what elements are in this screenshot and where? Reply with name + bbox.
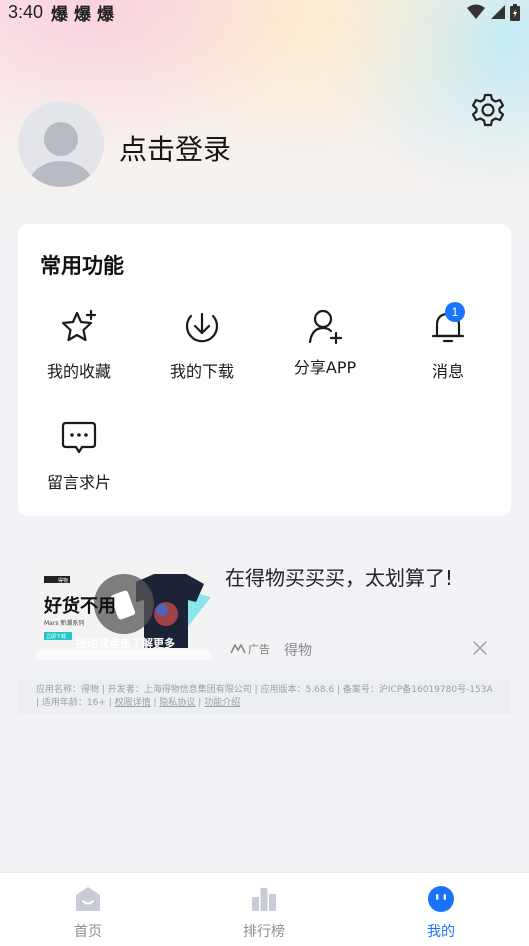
ad-image[interactable]: 得物 好货不用 Mars 新潮系列 立即下载 扭动或点击了解更多: [36, 562, 211, 660]
tab-label: 我的: [427, 924, 455, 940]
message-count-badge: 1: [445, 302, 465, 322]
function-label: 我的收藏: [46, 362, 111, 381]
star-icon: [61, 309, 97, 342]
notification-icon: 爆: [97, 4, 115, 25]
ad-image-brand: 得物: [58, 578, 69, 584]
function-label: 我的下载: [169, 362, 234, 381]
function-label: 分享APP: [293, 358, 357, 377]
common-functions-title: 常用功能: [40, 254, 124, 278]
common-functions-card: 常用功能 我的收藏 我的下载 分享APP 1 消息 留言求片: [18, 224, 511, 516]
ad-banner[interactable]: 得物 好货不用 Mars 新潮系列 立即下载 扭动或点击了解更多 在得物买买买，…: [36, 562, 496, 662]
ranking-icon: [252, 888, 276, 911]
gear-icon[interactable]: [470, 92, 506, 128]
ad-image-caption: Mars 新潮系列: [44, 620, 85, 627]
ad-image-overlay-text: 扭动或点击了解更多: [76, 637, 175, 650]
wifi-icon: [467, 4, 485, 19]
profile-face-icon: [428, 886, 454, 912]
home-icon: [76, 887, 100, 911]
app-info-text: 应用名称：得物 | 开发者：上海得物信息集团有限公司 | 应用版本：5.68.6…: [36, 685, 493, 708]
ad-source: 得物: [284, 643, 312, 659]
bottom-tab-bar: 首页 排行榜 我的: [0, 872, 529, 946]
share-user-icon: [308, 309, 343, 345]
ad-tag-label: 广告: [248, 643, 270, 656]
tab-home[interactable]: 首页: [0, 873, 176, 946]
notification-icon: 爆: [51, 4, 69, 25]
notification-icon: 爆: [74, 4, 92, 25]
tab-label: 首页: [74, 924, 102, 940]
privacy-policy-link[interactable]: 隐私协议: [159, 698, 195, 708]
function-item-share-app[interactable]: 分享APP: [264, 308, 386, 404]
message-icon: [61, 421, 97, 454]
ad-logo-icon: [230, 644, 246, 654]
feature-intro-link[interactable]: 功能介绍: [204, 698, 240, 708]
default-avatar-icon: [29, 122, 93, 187]
function-item-messages[interactable]: 1 消息: [387, 302, 509, 404]
permission-details-link[interactable]: 权限详情: [115, 698, 151, 708]
avatar[interactable]: [18, 101, 104, 187]
status-time: 3:40: [8, 1, 44, 22]
app-info: 应用名称：得物 | 开发者：上海得物信息集团有限公司 | 应用版本：5.68.6…: [18, 680, 511, 714]
ad-tag: 广告: [226, 640, 274, 658]
function-item-downloads[interactable]: 我的下载: [141, 308, 263, 404]
status-notification-icons: 爆 爆 爆: [51, 0, 114, 25]
ad-title[interactable]: 在得物买买买，太划算了!: [225, 562, 453, 591]
login-link[interactable]: 点击登录: [119, 128, 231, 168]
ad-image-button: 立即下载: [46, 634, 67, 640]
function-label: 留言求片: [46, 473, 111, 492]
ad-image-headline: 好货不用: [44, 596, 116, 617]
tab-ranking[interactable]: 排行榜: [176, 873, 352, 946]
tab-label: 排行榜: [243, 924, 285, 940]
tab-mine[interactable]: 我的: [353, 873, 529, 946]
signal-icon: [491, 5, 505, 19]
battery-icon: [510, 4, 520, 21]
download-icon: [185, 312, 219, 343]
close-icon[interactable]: [472, 640, 488, 656]
status-right-icons: [467, 3, 521, 21]
function-item-favorites[interactable]: 我的收藏: [18, 308, 140, 404]
function-label: 消息: [431, 362, 464, 381]
function-item-request-movie[interactable]: 留言求片: [18, 419, 140, 515]
status-bar: 3:40 爆 爆 爆: [0, 0, 529, 25]
